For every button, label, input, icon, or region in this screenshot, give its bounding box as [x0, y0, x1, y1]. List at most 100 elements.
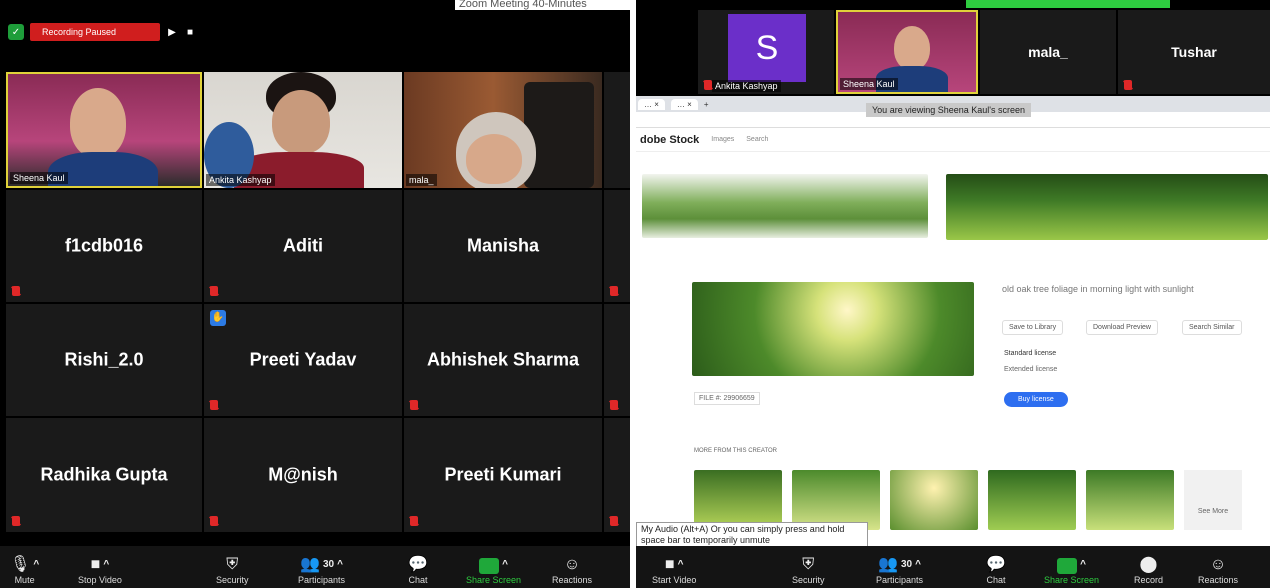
share-bar — [966, 0, 1170, 8]
chat-button[interactable]: 💬 Chat — [986, 555, 1006, 585]
participants-label: Participants — [298, 575, 346, 585]
share-screen-button[interactable]: ^ Share Screen — [466, 555, 521, 585]
muted-mic-icon — [12, 286, 20, 296]
preview-image[interactable] — [692, 282, 974, 376]
standard-license-option[interactable]: Standard license — [1004, 350, 1056, 357]
participant-tile-partial[interactable] — [604, 190, 630, 302]
participant-name: Rishi_2.0 — [64, 349, 144, 370]
security-label: Security — [216, 575, 249, 585]
muted-mic-icon — [610, 516, 618, 526]
download-preview-button[interactable]: Download Preview — [1086, 320, 1158, 335]
participant-tile[interactable]: Abhishek Sharma — [404, 304, 602, 416]
participants-count: 30 — [900, 559, 913, 570]
participant-tile[interactable]: Rishi_2.0 — [6, 304, 202, 416]
video-tile-ankita[interactable]: Ankita Kashyap — [204, 72, 402, 188]
participant-tile[interactable]: Radhika Gupta — [6, 418, 202, 532]
share-screen-label: Share Screen — [466, 575, 522, 585]
muted-mic-icon — [704, 80, 712, 90]
thumbnail[interactable] — [792, 470, 880, 530]
right-zoom-window: S Ankita Kashyap Sheena Kaul mala_ Tusha… — [636, 0, 1270, 588]
stop-icon[interactable]: ■ — [184, 27, 196, 38]
participant-name: M@nish — [268, 464, 338, 485]
stop-video-label: Stop Video — [78, 575, 122, 585]
security-button[interactable]: ⛨ Security — [792, 555, 825, 585]
share-screen-icon — [479, 558, 500, 574]
video-tile-mala[interactable]: mala_ — [404, 72, 602, 188]
thumbnail[interactable] — [694, 470, 782, 530]
participants-button[interactable]: 👥 30 ^ Participants — [298, 555, 345, 585]
recording-status: Recording Paused — [30, 23, 160, 41]
muted-mic-icon — [210, 516, 218, 526]
participant-name: Tushar — [1171, 44, 1217, 60]
item-title: old oak tree foliage in morning light wi… — [1002, 284, 1194, 294]
search-similar-button[interactable]: Search Similar — [1182, 320, 1242, 335]
share-screen-button[interactable]: ^ Share Screen — [1044, 555, 1099, 585]
avatar: S — [728, 14, 806, 82]
search-input[interactable]: Search — [746, 136, 768, 143]
participant-name: Preeti Yadav — [249, 349, 357, 370]
participant-name: Abhishek Sharma — [426, 349, 580, 370]
participant-tile-partial[interactable] — [604, 418, 630, 532]
shared-screen-browser: … × … × + dobe Stock Images Search old o… — [636, 96, 1270, 546]
strip-tile-sheena[interactable]: Sheena Kaul — [836, 10, 978, 94]
strip-tile-tushar[interactable]: Tushar — [1118, 10, 1270, 94]
result-image[interactable] — [642, 174, 928, 238]
start-video-button[interactable]: ■ ^ Start Video — [652, 555, 696, 585]
participant-tile[interactable]: ✋ Preeti Yadav — [204, 304, 402, 416]
security-label: Security — [792, 575, 825, 585]
participants-label: Participants — [876, 575, 924, 585]
strip-tile-ankita[interactable]: S Ankita Kashyap — [698, 10, 834, 94]
chat-button[interactable]: 💬 Chat — [408, 555, 428, 585]
participant-name: mala_ — [1028, 44, 1068, 60]
video-tile-sheena[interactable]: Sheena Kaul — [6, 72, 202, 188]
search-type-select[interactable]: Images — [711, 136, 734, 143]
record-button[interactable]: ⬤ Record — [1134, 555, 1163, 585]
reactions-button[interactable]: ☺ Reactions — [552, 555, 592, 585]
extended-license-option[interactable]: Extended license — [1004, 366, 1057, 373]
section-label: MORE FROM THIS CREATOR — [694, 448, 778, 454]
save-to-library-button[interactable]: Save to Library — [1002, 320, 1064, 335]
stop-video-button[interactable]: ■ ^ Stop Video — [78, 555, 122, 585]
security-button[interactable]: ⛨ Security — [216, 555, 249, 585]
camera-off-icon: ■ ^ — [664, 556, 684, 573]
reactions-icon: ☺ — [1209, 556, 1227, 573]
participant-tile[interactable]: M@nish — [204, 418, 402, 532]
reactions-button[interactable]: ☺ Reactions — [1198, 555, 1238, 585]
muted-mic-icon — [410, 400, 418, 410]
muted-mic-icon — [210, 400, 218, 410]
resume-icon[interactable]: ▶ — [166, 27, 178, 38]
thumbnail[interactable] — [1086, 470, 1174, 530]
browser-tab[interactable]: … × — [638, 98, 665, 110]
mute-label: Mute — [14, 575, 35, 585]
thumbnail[interactable] — [890, 470, 978, 530]
muted-mic-icon — [610, 400, 618, 410]
participants-icon: 👥 30 ^ — [878, 556, 921, 573]
site-header: dobe Stock Images Search — [636, 128, 1270, 152]
record-label: Record — [1134, 575, 1164, 585]
left-zoom-window: ✓ Recording Paused ▶ ■ Sheena Kaul Ankit… — [0, 0, 630, 588]
video-tile-partial[interactable] — [604, 72, 630, 188]
muted-mic-icon — [410, 516, 418, 526]
see-more-button[interactable]: See More — [1184, 470, 1242, 530]
mute-button[interactable]: 🎙 ^ Mute — [10, 555, 39, 585]
participant-tile[interactable]: f1cdb016 — [6, 190, 202, 302]
new-tab-icon[interactable]: + — [704, 100, 709, 109]
viewing-screen-tooltip: You are viewing Sheena Kaul's screen — [866, 103, 1031, 117]
participant-name: Preeti Kumari — [444, 464, 562, 485]
strip-tile-mala[interactable]: mala_ — [980, 10, 1116, 94]
result-image[interactable] — [946, 174, 1268, 240]
participant-name: Sheena Kaul — [840, 78, 898, 90]
site-logo: dobe Stock — [640, 133, 700, 146]
participant-tile[interactable]: Manisha — [404, 190, 602, 302]
participants-button[interactable]: 👥 30 ^ Participants — [876, 555, 923, 585]
raise-hand-icon: ✋ — [210, 310, 226, 326]
reactions-icon: ☺ — [563, 556, 581, 573]
participant-tile-partial[interactable] — [604, 304, 630, 416]
shield-icon[interactable]: ✓ — [8, 24, 24, 40]
buy-license-button[interactable]: Buy license — [1004, 392, 1068, 407]
thumbnail[interactable] — [988, 470, 1076, 530]
microphone-icon: 🎙 ^ — [10, 556, 40, 573]
browser-tab[interactable]: … × — [670, 98, 698, 110]
participant-tile[interactable]: Aditi — [204, 190, 402, 302]
participant-tile[interactable]: Preeti Kumari — [404, 418, 602, 532]
